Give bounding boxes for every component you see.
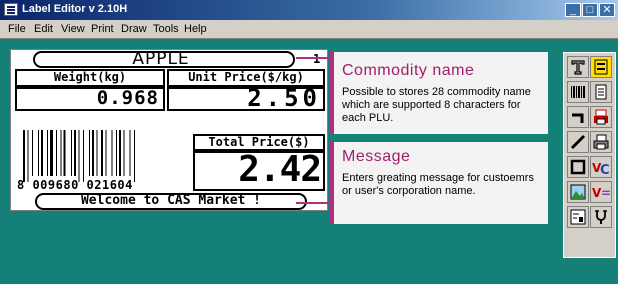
menu-tools[interactable]: Tools [153, 23, 179, 35]
barcode-bar [60, 130, 62, 176]
menu-bar: File Edit View Print Draw Tools Help [0, 20, 618, 39]
barcode-bar [92, 130, 94, 176]
barcode-bar [116, 130, 117, 176]
unit-price-header: Unit Price($/kg) [188, 70, 304, 84]
barcode-bar [111, 130, 113, 176]
message-callout-title: Message [342, 148, 411, 165]
barcode-bar [134, 130, 135, 182]
settings-tool-icon[interactable] [590, 206, 612, 228]
commodity-connector-line [296, 57, 330, 59]
layout-tool-icon[interactable] [567, 206, 589, 228]
svg-text:C: C [600, 163, 610, 175]
message-connector-line [296, 202, 330, 204]
barcode-bar [23, 130, 25, 182]
diagonal-line-tool-icon[interactable] [567, 131, 589, 153]
rectangle-tool-icon[interactable] [567, 156, 589, 178]
close-button[interactable]: ✕ [599, 3, 615, 17]
barcode-bar [123, 130, 125, 176]
barcode-bar [74, 130, 76, 176]
weight-value: 0.968 [96, 87, 159, 109]
commodity-callout-title: Commodity name [342, 62, 475, 79]
menu-edit[interactable]: Edit [34, 23, 53, 35]
menu-file[interactable]: File [8, 23, 26, 35]
total-price-header: Total Price($) [208, 135, 310, 149]
plu-number: 1 [313, 52, 321, 66]
image-tool-icon[interactable] [567, 181, 589, 203]
barcode-digits: 8 009680 021604 [17, 178, 133, 192]
barcode-bar [101, 130, 103, 176]
welcome-message: Welcome to CAS Market ! [80, 193, 261, 208]
barcode-bar [78, 130, 80, 182]
window-title: Label Editor v 2.10H [22, 3, 128, 15]
toolbox-panel: VC V = [563, 52, 616, 258]
unit-price-value: 2.50 [247, 84, 321, 112]
line-corner-tool-icon[interactable] [567, 106, 589, 128]
text-tool-icon[interactable] [567, 56, 589, 78]
message-callout-body: Enters greating message for custoemrs or… [342, 172, 534, 197]
printer-tool-icon[interactable] [590, 131, 612, 153]
barcode-bar [50, 130, 53, 176]
barcode-bar [38, 130, 39, 176]
menu-print[interactable]: Print [91, 23, 114, 35]
barcode-bar [71, 130, 72, 176]
title-bar[interactable]: Label Editor v 2.10H _ □ ✕ [0, 0, 618, 20]
barcode-bar [119, 130, 121, 176]
barcode-bar [105, 130, 107, 176]
barcode-bar [83, 130, 84, 182]
svg-text:=: = [601, 186, 610, 200]
menu-view[interactable]: View [61, 23, 85, 35]
weight-header: Weight(kg) [53, 70, 127, 84]
minimize-button[interactable]: _ [565, 3, 581, 17]
menu-draw[interactable]: Draw [121, 23, 147, 35]
app-icon [4, 3, 18, 16]
barcode-bar [47, 130, 48, 176]
variable-value-tool-icon[interactable]: V = [590, 181, 612, 203]
label-canvas[interactable]: APPLE 1 Weight(kg) Unit Price($/kg) 0.96… [10, 49, 328, 211]
barcode-bar [63, 130, 66, 176]
menu-help[interactable]: Help [184, 23, 207, 35]
barcode-bar [89, 130, 90, 176]
barcode-bar [129, 130, 131, 176]
field-tool-icon[interactable] [590, 56, 612, 78]
message-callout: Message Enters greating message for cust… [330, 142, 548, 224]
commodity-callout-body: Possible to stores 28 commodity name whi… [342, 86, 531, 124]
barcode-bar [27, 130, 29, 182]
maximize-button[interactable]: □ [582, 3, 598, 17]
barcode-tool-icon[interactable] [567, 81, 589, 103]
barcode-bar [32, 130, 33, 176]
print-red-tool-icon[interactable] [590, 106, 612, 128]
label-editor-window: Label Editor v 2.10H _ □ ✕ File Edit Vie… [0, 0, 618, 284]
barcode-bar [96, 130, 98, 176]
variable-text-tool-icon[interactable]: VC [590, 156, 612, 178]
document-tool-icon[interactable] [590, 81, 612, 103]
total-price-value: 2.42 [238, 149, 322, 190]
barcode-bar [41, 130, 43, 176]
commodity-callout: Commodity name Possible to stores 28 com… [330, 52, 548, 134]
product-name: APPLE [132, 49, 190, 69]
barcode-bar [56, 130, 57, 176]
